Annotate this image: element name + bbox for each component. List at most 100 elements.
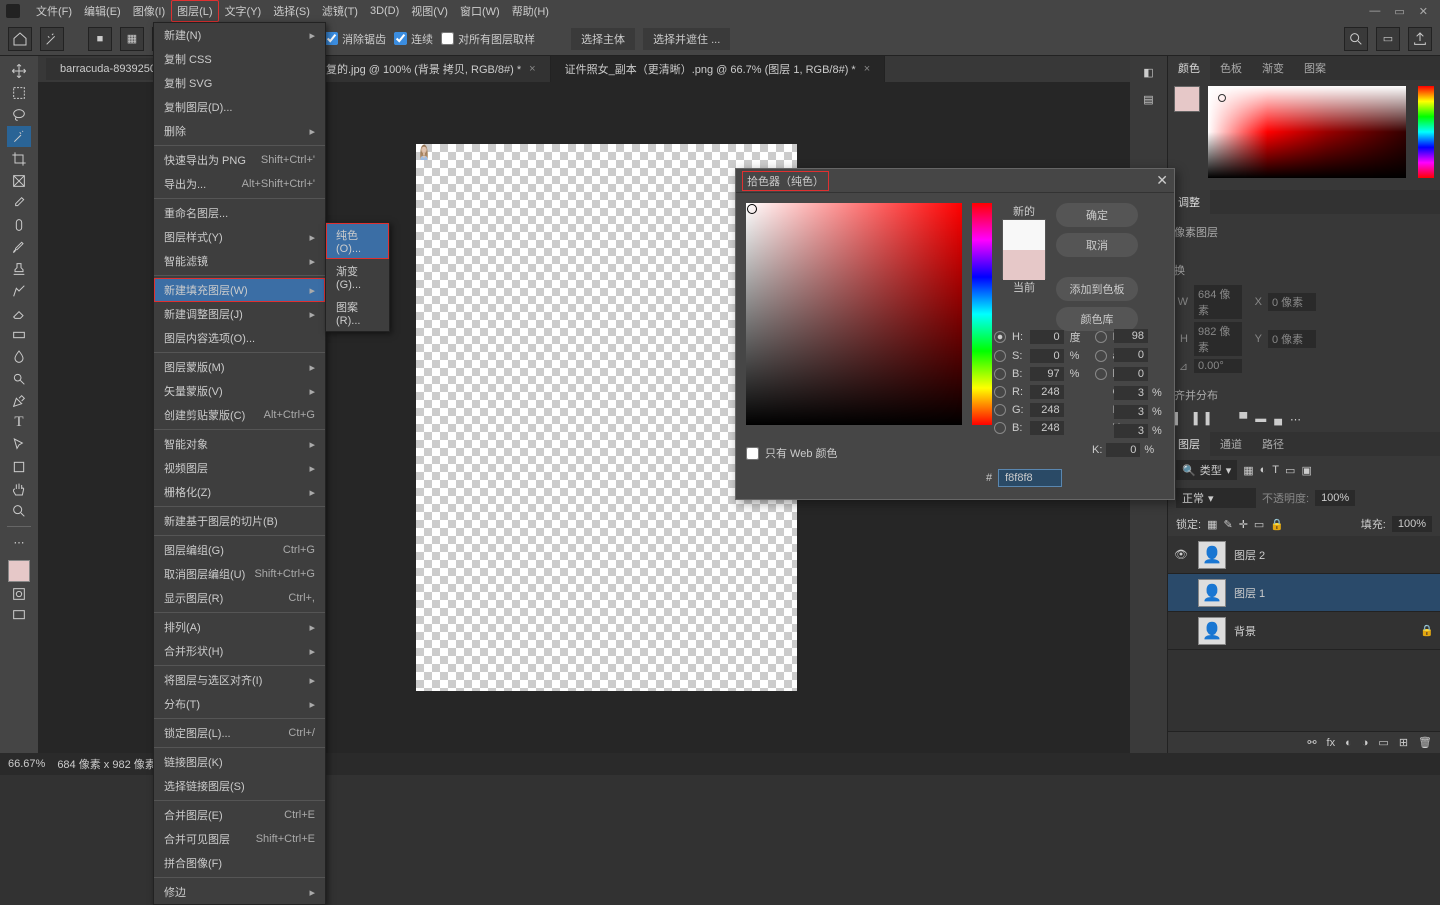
color-spectrum[interactable] <box>1208 86 1406 178</box>
menu-select[interactable]: 选择(S) <box>267 0 316 22</box>
crop-tool-icon[interactable] <box>7 148 31 169</box>
k-input[interactable]: 0 <box>1106 443 1140 457</box>
eyedropper-tool-icon[interactable] <box>7 192 31 213</box>
menu-item[interactable]: 复制 SVG <box>154 71 325 95</box>
tab-color[interactable]: 颜色 <box>1168 56 1210 80</box>
quickmask-icon[interactable] <box>7 583 31 604</box>
zoom-readout[interactable]: 66.67% <box>8 758 45 770</box>
b-radio[interactable] <box>994 368 1006 380</box>
h-radio[interactable] <box>994 331 1006 343</box>
fill-input[interactable]: 100% <box>1392 516 1432 532</box>
filter-adjust-icon[interactable]: ◐ <box>1260 464 1267 476</box>
menu-item[interactable]: 新建(N)▸ <box>154 23 325 47</box>
dialog-close-icon[interactable]: ✕ <box>1156 172 1168 189</box>
home-icon[interactable] <box>8 27 32 51</box>
menu-item[interactable]: 重命名图层... <box>154 201 325 225</box>
submenu-item[interactable]: 渐变(G)... <box>326 259 389 295</box>
l-input[interactable]: 98 <box>1114 329 1148 343</box>
lock-pos-icon[interactable]: ✛ <box>1239 518 1248 531</box>
align-mid-icon[interactable]: ▬ <box>1255 413 1266 426</box>
adjust-layer-icon[interactable]: ◑ <box>1362 737 1369 749</box>
foreground-color-swatch[interactable] <box>8 560 30 582</box>
filter-type-icon[interactable]: T <box>1272 464 1279 476</box>
menu-item[interactable]: 锁定图层(L)...Ctrl+/ <box>154 721 325 745</box>
menu-item[interactable]: 图层样式(Y)▸ <box>154 225 325 249</box>
menu-item[interactable]: 排列(A)▸ <box>154 615 325 639</box>
menu-image[interactable]: 图像(I) <box>127 0 171 22</box>
link-layers-icon[interactable]: ⚯ <box>1307 736 1316 749</box>
tab-patterns[interactable]: 图案 <box>1294 56 1336 80</box>
c-input[interactable]: 3 <box>1114 386 1148 400</box>
s-input[interactable]: 0 <box>1030 349 1064 363</box>
dodge-tool-icon[interactable] <box>7 368 31 389</box>
b2-radio[interactable] <box>1095 368 1107 380</box>
menu-item[interactable]: 导出为...Alt+Shift+Ctrl+' <box>154 172 325 196</box>
brush-tool-icon[interactable] <box>7 236 31 257</box>
lasso-tool-icon[interactable] <box>7 104 31 125</box>
menu-help[interactable]: 帮助(H) <box>506 0 555 22</box>
add-selection-icon[interactable]: ▦ <box>120 27 144 51</box>
color-library-button[interactable]: 颜色库 <box>1056 307 1138 331</box>
align-center-icon[interactable]: ▐ <box>1190 413 1198 426</box>
share-icon[interactable] <box>1408 27 1432 51</box>
r-input[interactable]: 248 <box>1030 385 1064 399</box>
lock-trans-icon[interactable]: ▦ <box>1207 518 1217 531</box>
menu-item[interactable]: 拼合图像(F) <box>154 851 325 875</box>
minimize-icon[interactable]: — <box>1369 5 1380 18</box>
menu-item[interactable]: 快速导出为 PNGShift+Ctrl+' <box>154 148 325 172</box>
history-brush-icon[interactable] <box>7 280 31 301</box>
g-input[interactable]: 248 <box>1030 403 1064 417</box>
menu-item[interactable]: 链接图层(K) <box>154 750 325 774</box>
gradient-tool-icon[interactable] <box>7 324 31 345</box>
type-tool-icon[interactable]: T <box>7 412 31 433</box>
shape-tool-icon[interactable] <box>7 456 31 477</box>
menu-item[interactable]: 图层编组(G)Ctrl+G <box>154 538 325 562</box>
cancel-button[interactable]: 取消 <box>1056 233 1138 257</box>
menu-item[interactable]: 视频图层▸ <box>154 456 325 480</box>
filter-image-icon[interactable]: ▦ <box>1243 464 1253 477</box>
y-input[interactable]: 3 <box>1114 424 1148 438</box>
menu-item[interactable]: 合并形状(H)▸ <box>154 639 325 663</box>
tab-swatches[interactable]: 色板 <box>1210 56 1252 80</box>
menu-item[interactable]: 矢量蒙版(V)▸ <box>154 379 325 403</box>
hue-bar[interactable] <box>1418 86 1434 178</box>
align-right-icon[interactable]: ▌ <box>1206 413 1214 426</box>
visibility-icon[interactable]: 👁 <box>1174 548 1190 561</box>
layer-row[interactable]: 👤图层 1 <box>1168 574 1440 612</box>
menu-item[interactable]: 将图层与选区对齐(I)▸ <box>154 668 325 692</box>
menu-item[interactable]: 新建基于图层的切片(B) <box>154 509 325 533</box>
l-radio[interactable] <box>1095 331 1107 343</box>
menu-item[interactable]: 创建剪贴蒙版(C)Alt+Ctrl+G <box>154 403 325 427</box>
layer-row[interactable]: 👁👤图层 2 <box>1168 536 1440 574</box>
menu-item[interactable]: 新建调整图层(J)▸ <box>154 302 325 326</box>
menu-item[interactable]: 栅格化(Z)▸ <box>154 480 325 504</box>
lock-nest-icon[interactable]: ▭ <box>1254 518 1264 531</box>
a-radio[interactable] <box>1095 350 1107 362</box>
hand-tool-icon[interactable] <box>7 478 31 499</box>
blur-tool-icon[interactable] <box>7 346 31 367</box>
m-input[interactable]: 3 <box>1114 405 1148 419</box>
menu-item[interactable]: 复制 CSS <box>154 47 325 71</box>
menu-item[interactable]: 合并图层(E)Ctrl+E <box>154 803 325 827</box>
workspace-icon[interactable]: ▭ <box>1376 27 1400 51</box>
tray-icon[interactable]: ◧ <box>1143 66 1153 79</box>
tab-paths[interactable]: 路径 <box>1252 432 1294 456</box>
group-icon[interactable]: ▭ <box>1378 736 1388 749</box>
r-radio[interactable] <box>994 386 1006 398</box>
screenmode-icon[interactable] <box>7 605 31 626</box>
fx-icon[interactable]: fx <box>1327 737 1336 749</box>
hex-input[interactable]: f8f8f8 <box>998 469 1062 487</box>
width-field[interactable]: 684 像素 <box>1194 285 1242 319</box>
align-bot-icon[interactable]: ▄ <box>1274 413 1282 426</box>
lock-all-icon[interactable]: 🔒 <box>1270 518 1284 531</box>
maximize-icon[interactable]: ▭ <box>1394 5 1404 18</box>
fg-color-swatch[interactable] <box>1174 86 1200 112</box>
mask-icon[interactable]: ◐ <box>1345 737 1352 749</box>
eraser-tool-icon[interactable] <box>7 302 31 323</box>
web-only-checkbox[interactable] <box>746 447 759 460</box>
blend-mode-select[interactable]: 正常 ▾ <box>1176 488 1256 508</box>
document-tab[interactable]: 证件照女_副本（更清晰）.png @ 66.7% (图层 1, RGB/8#) … <box>551 56 886 82</box>
bb-radio[interactable] <box>994 422 1006 434</box>
search-icon[interactable] <box>1344 27 1368 51</box>
new-selection-icon[interactable]: ■ <box>88 27 112 51</box>
